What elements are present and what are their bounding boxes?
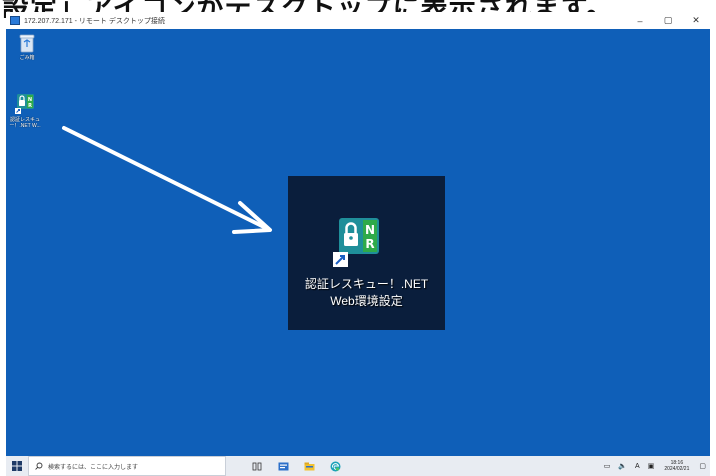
- window-title: 172.207.72.171 - リモート デスクトップ接続: [24, 17, 165, 25]
- windows-logo-icon: [12, 461, 22, 471]
- edge-browser-icon: [330, 461, 340, 471]
- auth-rescue-app-icon-large: N R: [333, 218, 379, 267]
- server-manager-icon: [278, 462, 288, 470]
- volume-icon[interactable]: 🔈: [618, 462, 627, 470]
- taskbar-app-mail[interactable]: [270, 456, 296, 476]
- pinned-apps: [244, 456, 348, 476]
- svg-text:R: R: [365, 237, 374, 251]
- minimize-button[interactable]: –: [626, 12, 654, 29]
- restore-button[interactable]: ▢: [654, 12, 682, 29]
- callout-label-line1: 認証レスキュー！.NET: [304, 277, 429, 291]
- taskbar-app-explorer[interactable]: [296, 456, 322, 476]
- task-view-button[interactable]: [244, 456, 270, 476]
- network-icon[interactable]: ▭: [604, 462, 611, 470]
- zoomed-icon-callout[interactable]: N R 認証レスキュー！.NET Web環境設定: [288, 176, 445, 330]
- window-controls: – ▢ ✕: [626, 12, 710, 29]
- ime-icon[interactable]: ▣: [648, 462, 655, 470]
- taskbar-search-box[interactable]: 検索するには、ここに入力します: [28, 456, 226, 476]
- task-view-icon: [252, 462, 262, 470]
- close-button[interactable]: ✕: [682, 12, 710, 29]
- notification-icon[interactable]: ▢: [699, 462, 706, 470]
- input-language[interactable]: A: [635, 463, 640, 470]
- search-placeholder: 検索するには、ここに入力します: [48, 464, 139, 471]
- callout-label-line2: Web環境設定: [330, 294, 403, 308]
- search-icon: [35, 462, 43, 470]
- system-tray: ▭ 🔈 A ▣ 18:16 2024/02/21 ▢: [600, 456, 710, 476]
- title-bar[interactable]: 172.207.72.171 - リモート デスクトップ接続 – ▢ ✕: [6, 12, 710, 29]
- clock-date: 2024/02/21: [664, 466, 690, 472]
- remote-desktop-icon: [10, 16, 20, 25]
- start-button[interactable]: [6, 456, 28, 476]
- clock[interactable]: 18:16 2024/02/21: [664, 460, 689, 472]
- desktop[interactable]: ごみ箱 N R 認証レスキュ ー！.NET W... N R 認証レスキュー！.…: [6, 29, 710, 456]
- callout-label: 認証レスキュー！.NET Web環境設定: [288, 276, 445, 310]
- taskbar: 検索するには、ここに入力します ▭ 🔈 A ▣ 18:16 2024/02/21…: [6, 456, 710, 476]
- taskbar-app-edge[interactable]: [322, 456, 348, 476]
- svg-text:N: N: [365, 223, 375, 237]
- file-explorer-icon: [304, 462, 314, 470]
- remote-desktop-window: 172.207.72.171 - リモート デスクトップ接続 – ▢ ✕ ごみ箱…: [6, 12, 710, 476]
